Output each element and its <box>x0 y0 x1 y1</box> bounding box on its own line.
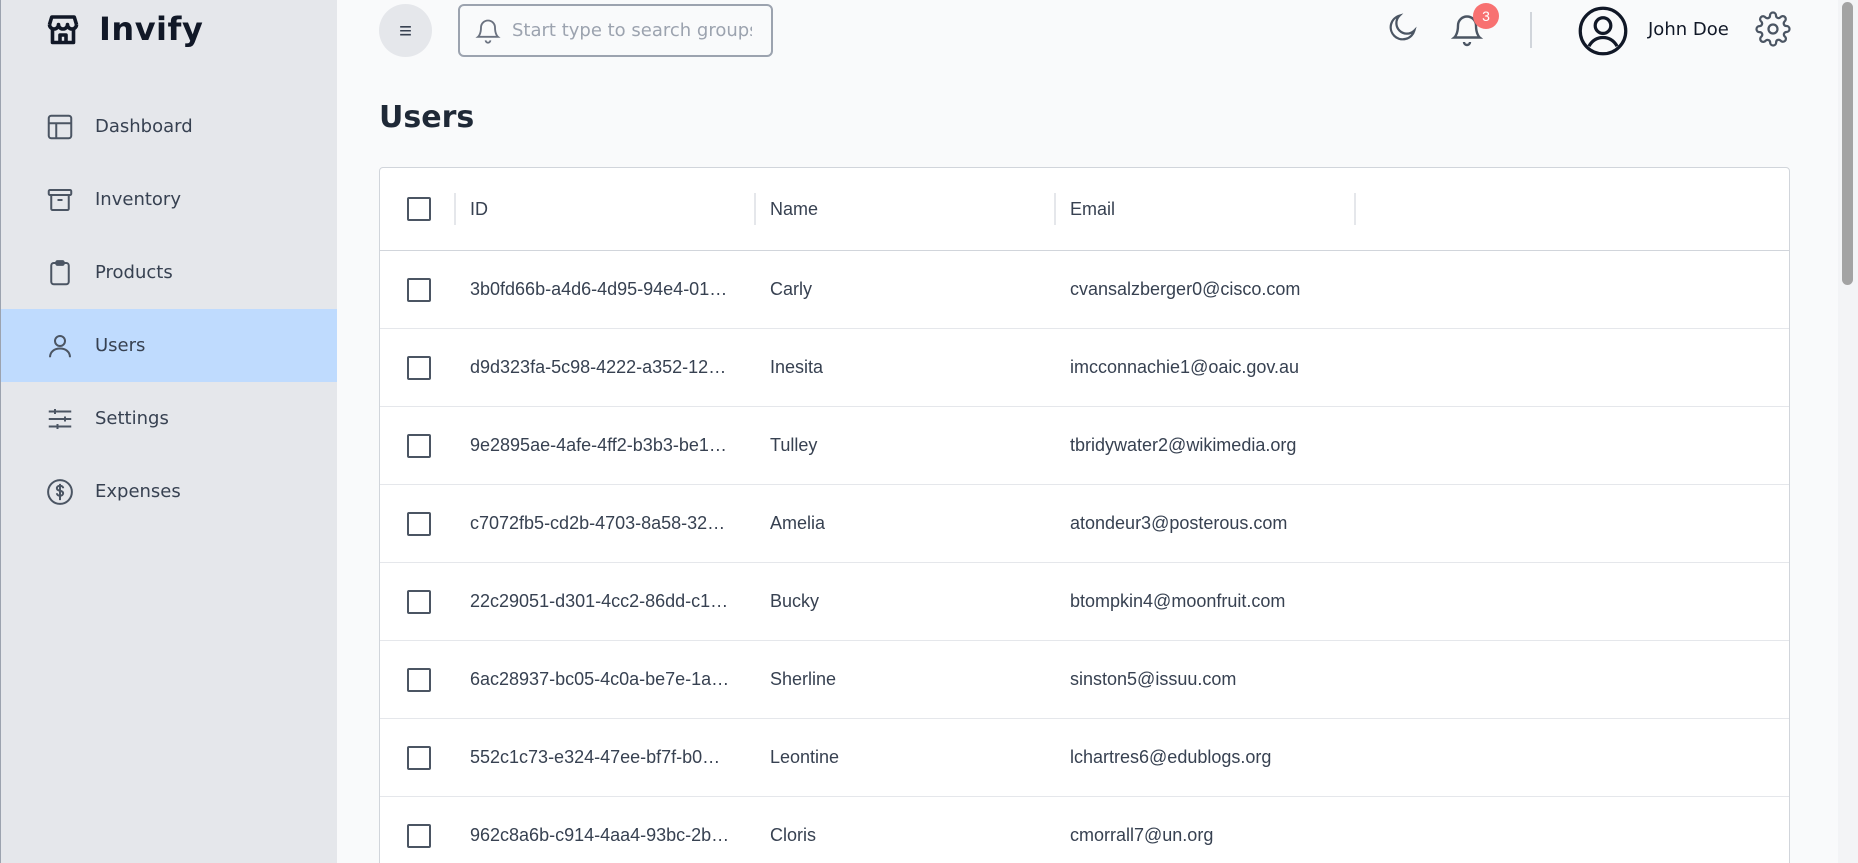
cell-name: Leontine <box>770 747 840 767</box>
table-row[interactable]: 22c29051-d301-4cc2-86dd-c1… Bucky btompk… <box>380 563 1789 641</box>
table-row[interactable]: d9d323fa-5c98-4222-a352-12… Inesita imcc… <box>380 329 1789 407</box>
cell-id: 962c8a6b-c914-4aa4-93bc-2b… <box>470 825 730 845</box>
header-divider <box>1530 12 1532 48</box>
cell-email: cvansalzberger0@cisco.com <box>1070 279 1301 299</box>
cell-id: 552c1c73-e324-47ee-bf7f-b0… <box>470 747 721 767</box>
column-separator[interactable] <box>1054 193 1056 225</box>
cell-email: tbridywater2@wikimedia.org <box>1070 435 1297 455</box>
page-scrollbar[interactable] <box>1838 0 1858 863</box>
row-checkbox[interactable] <box>407 589 431 614</box>
cell-email: imcconnachie1@oaic.gov.au <box>1070 357 1300 377</box>
sidebar: Invify Dashboard Inventory Products User… <box>0 0 337 863</box>
scrollbar-thumb[interactable] <box>1842 2 1853 285</box>
row-checkbox[interactable] <box>407 277 431 302</box>
notification-badge: 3 <box>1473 3 1499 29</box>
table-header-row: ID Name Email <box>380 168 1789 251</box>
sidebar-item-label: Dashboard <box>95 116 193 137</box>
cell-name: Amelia <box>770 513 826 533</box>
cell-email: atondeur3@posterous.com <box>1070 513 1288 533</box>
bell-icon <box>475 19 501 44</box>
cell-name: Bucky <box>770 591 820 611</box>
dashboard-icon <box>47 114 73 139</box>
brand[interactable]: Invify <box>45 6 203 52</box>
cell-email: btompkin4@moonfruit.com <box>1070 591 1286 611</box>
cell-name: Sherline <box>770 669 837 689</box>
row-checkbox[interactable] <box>407 355 431 380</box>
gear-icon[interactable] <box>1755 11 1791 47</box>
sidebar-item-label: Expenses <box>95 481 181 502</box>
column-header-email[interactable]: Email <box>1070 168 1115 250</box>
cell-id: 22c29051-d301-4cc2-86dd-c1… <box>470 591 729 611</box>
cell-name: Cloris <box>770 825 817 845</box>
column-header-id[interactable]: ID <box>470 168 740 250</box>
row-checkbox[interactable] <box>407 511 431 536</box>
archive-icon <box>47 188 73 211</box>
cell-name: Carly <box>770 279 813 299</box>
cell-id: 3b0fd66b-a4d6-4d95-94e4-01… <box>470 279 728 299</box>
table-row[interactable]: c7072fb5-cd2b-4703-8a58-32… Amelia atond… <box>380 485 1789 563</box>
sliders-icon <box>48 408 72 429</box>
menu-toggle-button[interactable]: ≡ <box>379 4 432 57</box>
cell-name: Tulley <box>770 435 818 455</box>
brand-name: Invify <box>99 10 204 48</box>
sidebar-item-users[interactable]: Users <box>1 309 337 382</box>
menu-icon: ≡ <box>399 17 412 43</box>
sidebar-nav: Dashboard Inventory Products Users Setti… <box>1 90 337 528</box>
clipboard-icon <box>50 259 70 285</box>
sidebar-item-label: Settings <box>95 408 169 429</box>
column-separator[interactable] <box>454 193 456 225</box>
store-icon <box>47 15 79 45</box>
user-name[interactable]: John Doe <box>1648 19 1729 40</box>
sidebar-item-dashboard[interactable]: Dashboard <box>1 90 337 163</box>
row-checkbox[interactable] <box>407 745 431 770</box>
user-icon <box>49 334 71 357</box>
top-header: ≡ 3 John Doe <box>337 0 1838 62</box>
sidebar-item-label: Products <box>95 262 173 283</box>
dark-mode-icon[interactable] <box>1386 10 1420 44</box>
column-header-name[interactable]: Name <box>770 168 818 250</box>
cell-id: 9e2895ae-4afe-4ff2-b3b3-be1… <box>470 435 727 455</box>
search-input[interactable] <box>512 20 752 41</box>
row-checkbox[interactable] <box>407 433 431 458</box>
sidebar-item-label: Users <box>95 335 146 356</box>
sidebar-item-inventory[interactable]: Inventory <box>1 163 337 236</box>
column-separator[interactable] <box>1354 193 1356 225</box>
sidebar-item-products[interactable]: Products <box>1 236 337 309</box>
page-title: Users <box>379 100 475 135</box>
cell-id: d9d323fa-5c98-4222-a352-12… <box>470 357 727 377</box>
sidebar-item-expenses[interactable]: Expenses <box>1 455 337 528</box>
cell-id: 6ac28937-bc05-4c0a-be7e-1a… <box>470 669 730 689</box>
users-table: ID Name Email 3b0fd66b-a4d6-4d95-94e4-01… <box>379 167 1790 863</box>
cell-name: Inesita <box>770 357 824 377</box>
table-row[interactable]: 962c8a6b-c914-4aa4-93bc-2b… Cloris cmorr… <box>380 797 1789 863</box>
avatar-icon[interactable] <box>1577 5 1629 57</box>
row-checkbox[interactable] <box>407 667 431 692</box>
column-separator[interactable] <box>754 193 756 225</box>
search-box[interactable] <box>458 4 773 57</box>
cell-email: lchartres6@edublogs.org <box>1070 747 1272 767</box>
cell-email: cmorrall7@un.org <box>1070 825 1214 845</box>
table-row[interactable]: 3b0fd66b-a4d6-4d95-94e4-01… Carly cvansa… <box>380 251 1789 329</box>
cell-id: c7072fb5-cd2b-4703-8a58-32… <box>470 513 726 533</box>
row-checkbox[interactable] <box>407 823 431 848</box>
cell-email: sinston5@issuu.com <box>1070 669 1237 689</box>
table-row[interactable]: 552c1c73-e324-47ee-bf7f-b0… Leontine lch… <box>380 719 1789 797</box>
sidebar-item-settings[interactable]: Settings <box>1 382 337 455</box>
table-row[interactable]: 6ac28937-bc05-4c0a-be7e-1a… Sherline sin… <box>380 641 1789 719</box>
select-all-checkbox[interactable] <box>407 197 431 221</box>
sidebar-item-label: Inventory <box>95 189 181 210</box>
dollar-icon <box>47 478 73 505</box>
table-row[interactable]: 9e2895ae-4afe-4ff2-b3b3-be1… Tulley tbri… <box>380 407 1789 485</box>
